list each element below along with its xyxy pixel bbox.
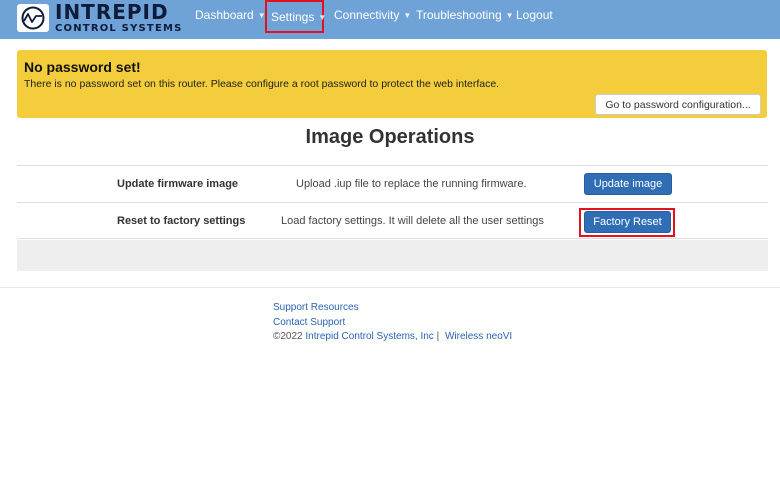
row-description: Upload .iup file to replace the running … [296, 178, 527, 190]
support-resources-link[interactable]: Support Resources [273, 302, 359, 313]
brand-name: INTREPID CONTROL SYSTEMS [55, 2, 183, 34]
intrepid-logo-icon [17, 4, 49, 32]
caret-down-icon: ▼ [403, 11, 412, 21]
contact-support-link[interactable]: Contact Support [273, 317, 345, 328]
nav-logout[interactable]: Logout [516, 0, 553, 33]
company-link[interactable]: Intrepid Control Systems, Inc [305, 331, 433, 342]
footer-separator: | [436, 331, 440, 342]
operations-table: Update firmware image Upload .iup file t… [17, 165, 768, 239]
copyright-text: ©2022 [273, 331, 303, 342]
brand-name-bottom: CONTROL SYSTEMS [55, 23, 183, 34]
row-description: Load factory settings. It will delete al… [281, 215, 544, 227]
nav-dashboard-label: Dashboard [195, 8, 254, 22]
nav-logout-label: Logout [516, 8, 553, 22]
nav-dashboard[interactable]: Dashboard ▼ [195, 0, 266, 33]
nav-settings[interactable]: Settings ▼ [265, 0, 327, 33]
nav-connectivity[interactable]: Connectivity ▼ [334, 0, 411, 33]
nav-connectivity-label: Connectivity [334, 8, 400, 22]
footer: Support Resources Contact Support ©2022 … [273, 301, 512, 345]
brand-name-top: INTREPID [55, 0, 169, 24]
nav-troubleshooting-label: Troubleshooting [416, 8, 502, 22]
row-label: Update firmware image [117, 178, 239, 190]
top-navbar: INTREPID CONTROL SYSTEMS Dashboard ▼ Sett… [0, 0, 780, 39]
table-row-factory-reset: Reset to factory settings Load factory s… [17, 202, 768, 239]
page-title: Image Operations [305, 126, 475, 148]
caret-down-icon: ▼ [505, 11, 514, 21]
table-footer-band [17, 240, 768, 271]
nav-settings-label: Settings [271, 10, 315, 24]
alert-title: No password set! [24, 59, 141, 75]
footer-divider [0, 287, 780, 288]
nav-troubleshooting[interactable]: Troubleshooting ▼ [416, 0, 514, 33]
password-config-button[interactable]: Go to password configuration... [595, 94, 761, 115]
wireless-neovi-link[interactable]: Wireless neoVI [445, 331, 512, 342]
caret-down-icon: ▼ [318, 13, 327, 23]
no-password-alert: No password set! There is no password se… [17, 50, 767, 118]
row-label: Reset to factory settings [117, 215, 246, 227]
factory-reset-button[interactable]: Factory Reset [584, 211, 671, 233]
alert-message: There is no password set on this router.… [24, 78, 500, 90]
brand-logo[interactable]: INTREPID CONTROL SYSTEMS [17, 0, 183, 36]
update-image-button[interactable]: Update image [584, 173, 672, 195]
table-row-update-firmware: Update firmware image Upload .iup file t… [17, 165, 768, 202]
